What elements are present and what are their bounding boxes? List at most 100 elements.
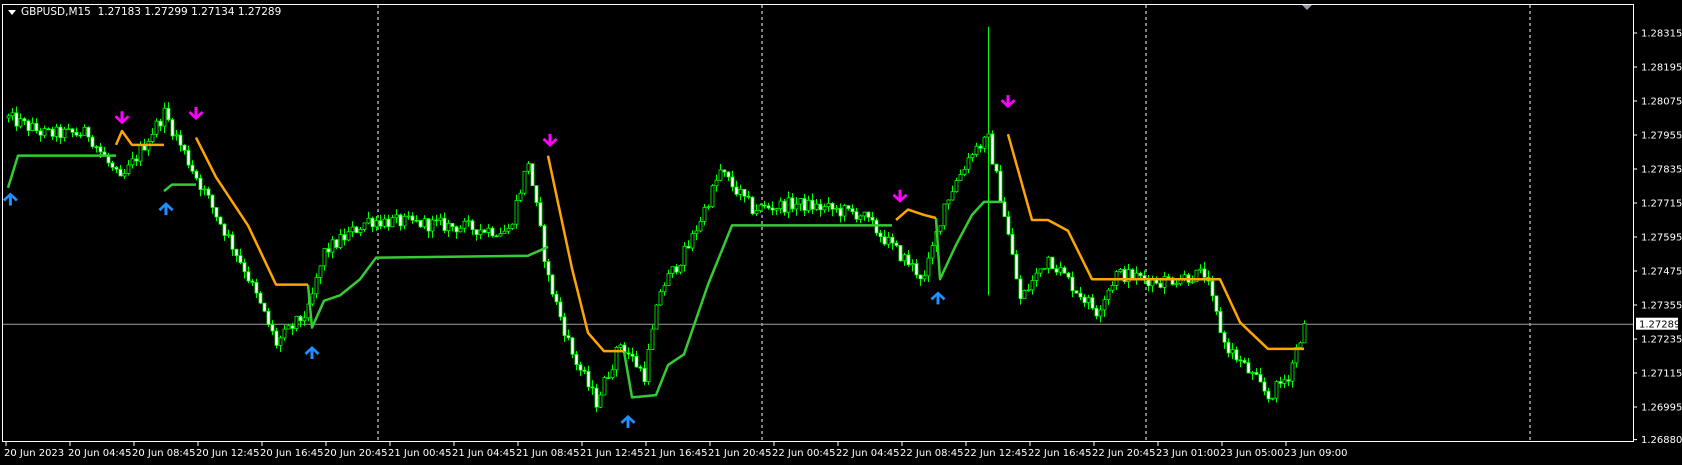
sell-arrow-down-icon — [1000, 95, 1016, 109]
bull-candle-body — [774, 208, 779, 211]
bull-candle-body — [926, 257, 931, 277]
buy-arrow-up-icon — [2, 192, 18, 206]
bear-candle-body — [742, 188, 747, 197]
bear-candle-body — [846, 205, 851, 210]
bear-candle-body — [46, 128, 51, 131]
bull-candle-body — [982, 136, 987, 149]
bull-candle-body — [690, 233, 695, 249]
bear-candle-body — [246, 271, 251, 282]
bear-candle-body — [1262, 381, 1267, 392]
lower-band-line — [6, 154, 116, 189]
bear-candle-body — [998, 170, 1003, 203]
bear-candle-body — [214, 207, 219, 218]
bear-candle-body — [838, 207, 843, 217]
bull-candle-body — [382, 218, 387, 227]
bull-candle-body — [610, 369, 615, 379]
bull-candle-body — [986, 133, 991, 138]
lower-band-line — [306, 245, 549, 329]
upper-band-line — [1006, 133, 1304, 351]
bull-candle-body — [150, 133, 155, 142]
bear-candle-body — [1006, 216, 1011, 235]
bear-candle-body — [898, 245, 903, 262]
bear-candle-body — [854, 211, 859, 220]
bear-candle-body — [870, 216, 875, 221]
bear-candle-body — [558, 301, 563, 318]
bear-candle-body — [1138, 272, 1143, 277]
bear-candle-body — [882, 236, 887, 245]
bull-candle-body — [54, 126, 59, 137]
bear-candle-body — [238, 255, 243, 263]
time-tick-label: 23 Jun 09:00 — [1284, 448, 1348, 459]
bull-candle-body — [282, 328, 287, 339]
time-tick-label: 21 Jun 04:45 — [452, 448, 516, 459]
time-axis[interactable]: 20 Jun 2023 20 Jun 04:45 20 Jun 08:45 20 Ju… — [4, 442, 1348, 459]
bull-candle-body — [806, 199, 811, 211]
bear-candle-body — [1074, 290, 1079, 294]
bear-candle-body — [182, 144, 187, 151]
bear-candle-body — [810, 199, 815, 210]
bull-candle-body — [1030, 280, 1035, 291]
bull-candle-body — [710, 185, 715, 208]
bear-candle-body — [1158, 282, 1163, 288]
bear-candle-body — [914, 263, 919, 276]
bear-candle-body — [230, 234, 235, 250]
bull-candle-body — [126, 164, 131, 174]
bear-candle-body — [274, 330, 279, 346]
bull-candle-body — [514, 200, 519, 225]
bull-candle-body — [794, 203, 799, 210]
bull-candle-body — [522, 170, 527, 194]
bear-candle-body — [334, 239, 339, 248]
bull-candle-body — [510, 223, 515, 229]
bear-candle-body — [90, 136, 95, 148]
bear-candle-body — [410, 215, 415, 221]
bull-candle-body — [666, 273, 671, 287]
bull-candle-body — [662, 285, 667, 293]
bear-candle-body — [582, 369, 587, 372]
bear-candle-body — [210, 194, 215, 208]
bear-candle-body — [98, 146, 103, 153]
bear-candle-body — [1246, 362, 1251, 374]
bear-candle-body — [726, 171, 731, 178]
bull-candle-body — [6, 115, 11, 119]
bull-candle-body — [670, 266, 675, 274]
time-tick-label: 23 Jun 05:00 — [1220, 448, 1284, 459]
bear-candle-body — [606, 377, 611, 379]
bull-candle-body — [786, 197, 791, 213]
bull-candle-body — [1086, 297, 1091, 304]
bull-candle-body — [658, 291, 663, 306]
bull-candle-body — [394, 214, 399, 219]
bear-candle-body — [58, 126, 63, 139]
bear-candle-body — [166, 107, 171, 121]
bull-candle-body — [18, 118, 23, 127]
bear-candle-body — [594, 387, 599, 408]
upper-band-line — [895, 208, 937, 221]
bull-candle-body — [438, 217, 443, 221]
bull-candle-body — [1274, 381, 1279, 399]
bull-candle-body — [646, 349, 651, 383]
bear-candle-body — [482, 229, 487, 233]
bull-candle-body — [1250, 372, 1255, 374]
bear-candle-body — [586, 371, 591, 388]
bull-candle-body — [902, 254, 907, 262]
bull-candle-body — [654, 304, 659, 330]
bear-candle-body — [242, 262, 247, 273]
bear-candle-body — [86, 126, 91, 138]
bull-candle-body — [778, 200, 783, 209]
chart-shift-marker[interactable] — [1302, 5, 1312, 10]
bear-candle-body — [1090, 297, 1095, 309]
bull-candle-body — [82, 126, 87, 136]
price-chart[interactable]: 1.28315 1.28195 1.28075 1.27955 1.27835 1.277… — [0, 0, 1682, 465]
bull-candle-body — [910, 263, 915, 266]
bear-candle-body — [642, 367, 647, 383]
bear-candle-body — [14, 112, 19, 127]
bear-candle-body — [34, 122, 39, 132]
buy-arrow-up-icon — [620, 414, 636, 428]
bull-candle-body — [338, 234, 343, 248]
bear-candle-body — [530, 163, 535, 187]
price-axis[interactable]: 1.28315 1.28195 1.28075 1.27955 1.27835 1.277… — [1634, 29, 1682, 447]
bull-candle-body — [310, 293, 315, 305]
bear-candle-body — [730, 176, 735, 188]
sell-arrow-down-icon — [114, 111, 130, 125]
dropdown-triangle-icon[interactable] — [8, 9, 16, 15]
bear-candle-body — [674, 266, 679, 273]
